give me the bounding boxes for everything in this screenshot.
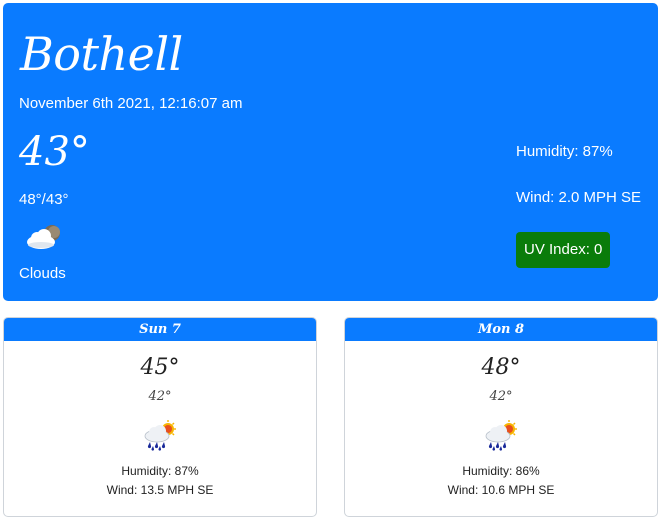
forecast-card: Sun 7 45° 42° Humidity: 87% Wind: 13.5 M… bbox=[3, 317, 317, 517]
cloud-moon-icon bbox=[27, 225, 60, 249]
forecast-high: 48° bbox=[481, 355, 521, 380]
current-temperature: 43° bbox=[19, 129, 90, 175]
current-condition: Clouds bbox=[19, 265, 66, 282]
uv-index-badge: UV Index: 0 bbox=[516, 232, 611, 268]
forecast-day: Mon 8 bbox=[345, 318, 657, 341]
current-weather-card: Bothell November 6th 2021, 12:16:07 am 4… bbox=[3, 3, 658, 301]
forecast-day: Sun 7 bbox=[4, 318, 316, 341]
rain-sun-cloud-icon bbox=[144, 420, 176, 451]
forecast-low: 42° bbox=[489, 389, 513, 404]
forecast-humidity: Humidity: 87% bbox=[121, 464, 199, 478]
forecast-humidity: Humidity: 86% bbox=[462, 464, 540, 478]
forecast-wind: Wind: 10.6 MPH SE bbox=[447, 483, 555, 497]
forecast-low: 42° bbox=[148, 389, 172, 404]
forecast-card: Mon 8 48° 42° Humidity: 86% Wind: 10.6 M… bbox=[344, 317, 658, 517]
current-humidity: Humidity: 87% bbox=[516, 143, 613, 160]
forecast-wind: Wind: 13.5 MPH SE bbox=[106, 483, 214, 497]
current-datetime: November 6th 2021, 12:16:07 am bbox=[19, 95, 243, 112]
current-wind: Wind: 2.0 MPH SE bbox=[516, 189, 642, 206]
high-low-temperature: 48°/43° bbox=[19, 191, 69, 208]
rain-sun-cloud-icon bbox=[485, 420, 517, 451]
forecast-high: 45° bbox=[140, 355, 180, 380]
city-name: Bothell bbox=[20, 27, 183, 81]
